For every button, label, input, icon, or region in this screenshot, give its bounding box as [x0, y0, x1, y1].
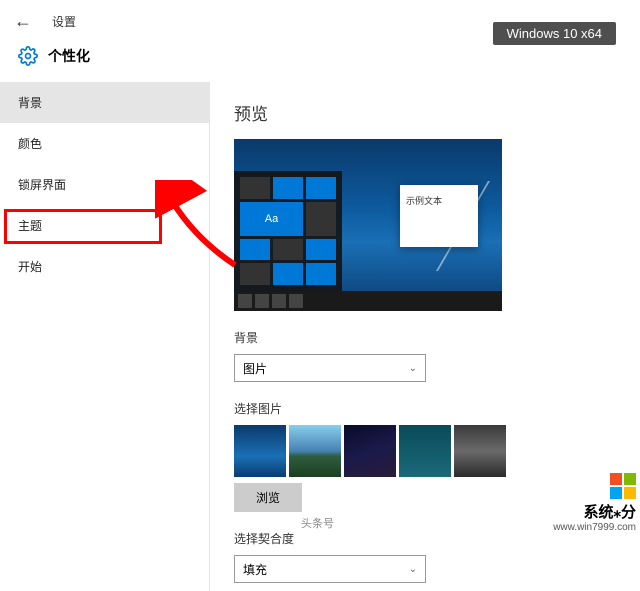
sidebar-item-colors[interactable]: 颜色 — [0, 123, 209, 164]
picture-thumb-2[interactable] — [289, 425, 341, 477]
title-row: 个性化 — [0, 42, 640, 82]
settings-label: 设置 — [52, 13, 76, 30]
watermark-url: www.win7999.com — [553, 522, 636, 533]
preview-aa-tile: Aa — [240, 202, 303, 236]
picture-thumb-5[interactable] — [454, 425, 506, 477]
gear-icon — [18, 46, 38, 66]
ms-logo-icon — [610, 473, 636, 499]
preview-start-menu: Aa — [234, 171, 342, 291]
chevron-down-icon: ⌄ — [409, 363, 417, 374]
chevron-down-icon: ⌄ — [409, 564, 417, 575]
sidebar-item-background[interactable]: 背景 — [0, 82, 209, 123]
sidebar-item-lockscreen[interactable]: 锁屏界面 — [0, 164, 209, 205]
background-label: 背景 — [234, 329, 616, 346]
choose-picture-label: 选择图片 — [234, 400, 616, 417]
background-select[interactable]: 图片 ⌄ — [234, 354, 426, 382]
picture-thumbs — [234, 425, 616, 477]
picture-thumb-1[interactable] — [234, 425, 286, 477]
desktop-preview: Aa 示例文本 — [234, 139, 502, 311]
picture-thumb-3[interactable] — [344, 425, 396, 477]
page-title: 个性化 — [48, 46, 90, 66]
sidebar: 背景 颜色 锁屏界面 主题 开始 — [0, 82, 210, 591]
back-arrow-icon[interactable]: ← — [14, 11, 32, 32]
os-badge: Windows 10 x64 — [493, 22, 616, 45]
picture-thumb-4[interactable] — [399, 425, 451, 477]
fit-select[interactable]: 填充 ⌄ — [234, 555, 426, 583]
sidebar-item-themes[interactable]: 主题 — [0, 205, 209, 246]
browse-button[interactable]: 浏览 — [234, 483, 302, 512]
preview-taskbar — [234, 291, 502, 311]
sidebar-item-start[interactable]: 开始 — [0, 246, 209, 287]
author-badge: 头条号 — [295, 513, 340, 533]
preview-sample-window: 示例文本 — [400, 185, 478, 247]
watermark-title: 系统⁎分 — [553, 501, 636, 522]
preview-title: 预览 — [234, 100, 616, 125]
watermark: 系统⁎分 www.win7999.com — [553, 472, 636, 533]
